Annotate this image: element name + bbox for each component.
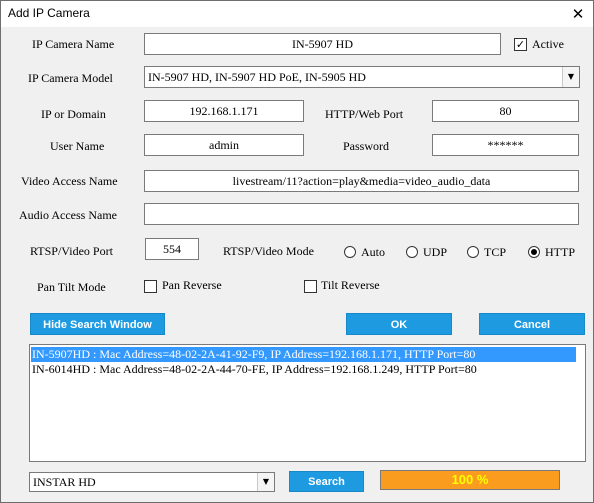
tilt-reverse-label: Tilt Reverse — [321, 278, 380, 292]
radio-auto[interactable] — [344, 246, 356, 258]
active-checkbox[interactable]: ✓ — [514, 38, 527, 51]
cancel-button[interactable]: Cancel — [479, 313, 585, 335]
window-title: Add IP Camera — [8, 6, 90, 20]
radio-tcp-label: TCP — [484, 245, 507, 259]
user-name-label: User Name — [50, 139, 105, 153]
list-item[interactable]: IN-6014HD : Mac Address=48-02-2A-44-70-F… — [31, 362, 477, 377]
camera-model-value: IN-5907 HD, IN-5907 HD PoE, IN-5905 HD — [148, 70, 366, 84]
title-bar: Add IP Camera ✕ — [1, 1, 593, 27]
ip-domain-label: IP or Domain — [41, 107, 106, 121]
video-access-input[interactable]: livestream/11?action=play&media=video_au… — [144, 170, 579, 192]
pan-tilt-label: Pan Tilt Mode — [37, 280, 106, 294]
add-ip-camera-dialog: Add IP Camera ✕ IP Camera Name IN-5907 H… — [0, 0, 594, 503]
pan-reverse-checkbox[interactable] — [144, 280, 157, 293]
hide-search-window-button[interactable]: Hide Search Window — [30, 313, 165, 335]
search-filter-value: INSTAR HD — [33, 475, 96, 489]
ok-button[interactable]: OK — [346, 313, 452, 335]
check-icon: ✓ — [515, 38, 526, 51]
search-button[interactable]: Search — [289, 471, 364, 492]
password-label: Password — [343, 139, 390, 153]
camera-name-input[interactable]: IN-5907 HD — [144, 33, 501, 55]
search-progress-bar: 100 % — [380, 470, 560, 490]
radio-tcp[interactable] — [467, 246, 479, 258]
video-access-label: Video Access Name — [21, 174, 118, 188]
audio-access-input[interactable] — [144, 203, 579, 225]
rtsp-mode-label: RTSP/Video Mode — [223, 244, 314, 258]
chevron-down-icon[interactable]: ▼ — [562, 67, 579, 87]
ip-domain-input[interactable]: 192.168.1.171 — [144, 100, 304, 122]
radio-http-label: HTTP — [545, 245, 575, 259]
radio-udp[interactable] — [406, 246, 418, 258]
camera-model-select[interactable]: IN-5907 HD, IN-5907 HD PoE, IN-5905 HD ▼ — [144, 66, 580, 88]
user-name-input[interactable]: admin — [144, 134, 304, 156]
tilt-reverse-checkbox[interactable] — [304, 280, 317, 293]
http-port-label: HTTP/Web Port — [325, 107, 404, 121]
camera-model-label: IP Camera Model — [28, 71, 113, 85]
http-port-input[interactable]: 80 — [432, 100, 579, 122]
radio-auto-label: Auto — [361, 245, 385, 259]
rtsp-port-label: RTSP/Video Port — [30, 244, 113, 258]
camera-name-label: IP Camera Name — [32, 37, 115, 51]
password-input[interactable]: ****** — [432, 134, 579, 156]
rtsp-port-input[interactable]: 554 — [145, 238, 199, 260]
radio-http[interactable] — [528, 246, 540, 258]
progress-label: 100 % — [451, 472, 489, 487]
audio-access-label: Audio Access Name — [19, 208, 117, 222]
active-label: Active — [532, 37, 564, 51]
pan-reverse-label: Pan Reverse — [162, 278, 222, 292]
search-filter-select[interactable]: INSTAR HD ▼ — [29, 472, 275, 492]
close-icon[interactable]: ✕ — [567, 4, 589, 24]
radio-udp-label: UDP — [423, 245, 448, 259]
chevron-down-icon[interactable]: ▼ — [257, 473, 274, 491]
search-results-list[interactable]: IN-5907HD : Mac Address=48-02-2A-41-92-F… — [29, 344, 586, 462]
list-item[interactable]: IN-5907HD : Mac Address=48-02-2A-41-92-F… — [31, 347, 576, 362]
